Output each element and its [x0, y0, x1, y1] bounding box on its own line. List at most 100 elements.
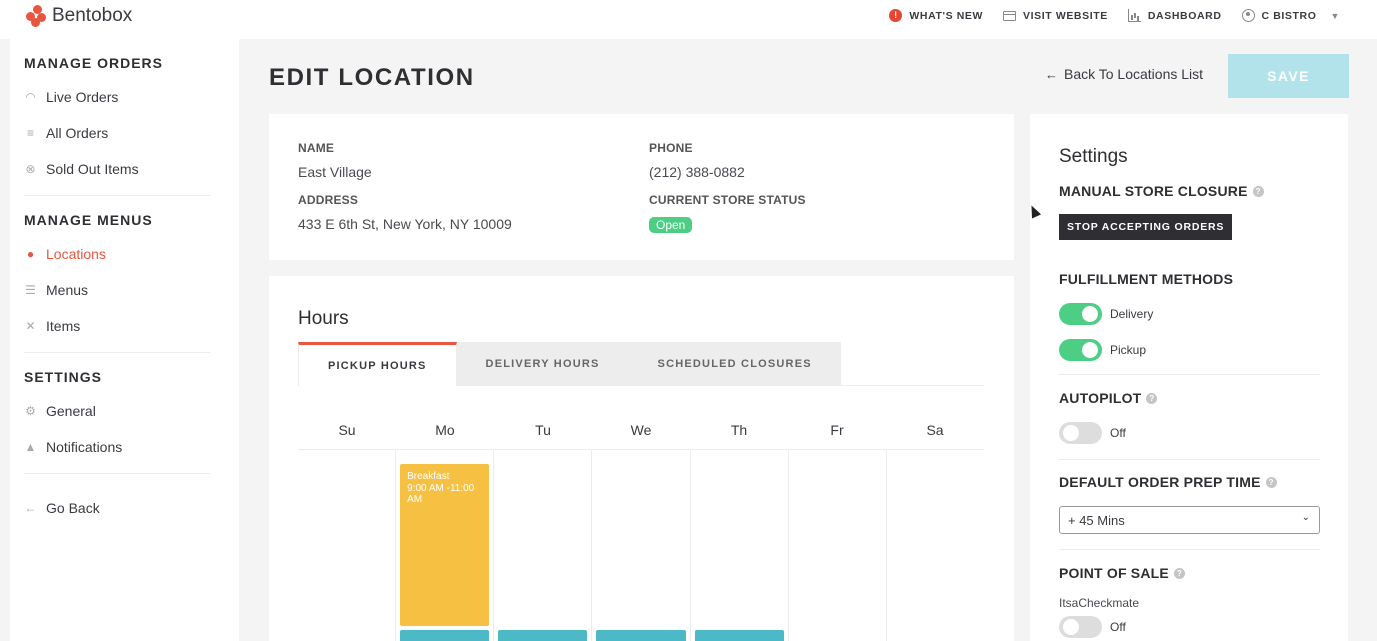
hours-block[interactable]	[400, 630, 490, 641]
map-pin-icon: ●	[26, 246, 35, 261]
tab-scheduled-closures[interactable]: SCHEDULED CLOSURES	[628, 342, 841, 386]
sidebar-item-go-back[interactable]: ← Go Back	[24, 490, 239, 526]
sidebar-item-label: All Orders	[46, 125, 109, 141]
pos-provider: ItsaCheckmate	[1059, 596, 1140, 610]
top-nav: ! WHAT'S NEW VISIT WEBSITE DASHBOARD C B…	[889, 9, 1340, 22]
hours-block-breakfast[interactable]: Breakfast 9:00 AM -11:00 AM	[400, 464, 490, 626]
sidebar-item-label: Go Back	[46, 500, 100, 516]
utensils-icon: ✕	[25, 318, 36, 333]
store-status-field: CURRENT STORE STATUS Open	[649, 193, 806, 234]
hours-card: Hours PICKUP HOURS DELIVERY HOURS SCHEDU…	[269, 276, 1014, 641]
day-column-fr[interactable]	[789, 450, 887, 641]
sidebar-item-label: Locations	[46, 246, 106, 262]
delivery-label: Delivery	[1110, 307, 1154, 321]
pos-label: POINT OF SALE	[1059, 565, 1169, 581]
name-label: NAME	[298, 141, 335, 155]
hours-block-name: Breakfast	[407, 471, 450, 482]
help-icon[interactable]: ?	[1265, 476, 1277, 488]
phone-value: (212) 388-0882	[649, 164, 745, 180]
account-menu[interactable]: C BISTRO ▼	[1241, 9, 1340, 22]
fulfillment-heading: FULFILLMENT METHODS	[1059, 271, 1233, 287]
sidebar-item-all-orders[interactable]: ≡ All Orders	[24, 115, 239, 151]
settings-divider	[1059, 549, 1320, 550]
day-column-su[interactable]	[298, 450, 397, 641]
prep-time-label: DEFAULT ORDER PREP TIME	[1059, 474, 1261, 490]
day-th: Th	[730, 422, 748, 438]
tab-delivery-hours[interactable]: DELIVERY HOURS	[456, 342, 629, 386]
browser-window-icon	[1003, 10, 1017, 21]
day-column-mo[interactable]: Breakfast 9:00 AM -11:00 AM	[396, 450, 495, 641]
sidebar-item-sold-out-items[interactable]: ⊗ Sold Out Items	[24, 151, 239, 187]
prep-time-select[interactable]: + 45 Mins ⌄	[1059, 506, 1320, 534]
hours-block[interactable]	[596, 630, 686, 641]
autopilot-toggle[interactable]	[1059, 422, 1102, 444]
location-info-card: NAME East Village PHONE (212) 388-0882 A…	[269, 114, 1014, 260]
day-we: We	[630, 422, 652, 438]
page-title: EDIT LOCATION	[269, 64, 475, 91]
hours-block[interactable]	[694, 630, 784, 641]
sidebar-divider	[24, 352, 210, 353]
sidebar-item-locations[interactable]: ● Locations	[24, 236, 239, 272]
hours-block[interactable]	[498, 630, 588, 641]
rss-icon: ◠	[25, 89, 36, 104]
day-column-tu[interactable]	[494, 450, 593, 641]
pos-state: Off	[1110, 620, 1126, 634]
autopilot-label: AUTOPILOT	[1059, 390, 1142, 406]
sidebar-item-label: General	[46, 403, 96, 419]
day-su: Su	[338, 422, 356, 438]
help-icon[interactable]: ?	[1173, 567, 1185, 579]
sidebar-item-menus[interactable]: ☰ Menus	[24, 272, 239, 308]
stop-accepting-orders-button[interactable]: STOP ACCEPTING ORDERS	[1059, 214, 1233, 240]
prep-time-heading: DEFAULT ORDER PREP TIME ?	[1059, 474, 1277, 490]
day-column-we[interactable]	[592, 450, 691, 641]
dashboard-link[interactable]: DASHBOARD	[1127, 9, 1222, 22]
back-to-locations-link[interactable]: ← Back To Locations List	[1045, 66, 1203, 82]
help-icon[interactable]: ?	[1146, 392, 1158, 404]
day-sa: Sa	[926, 422, 944, 438]
save-button[interactable]: SAVE	[1228, 54, 1349, 98]
fulfillment-label: FULFILLMENT METHODS	[1059, 271, 1234, 287]
manual-closure-heading: MANUAL STORE CLOSURE ?	[1059, 183, 1264, 199]
sidebar-item-live-orders[interactable]: ◠ Live Orders	[24, 79, 239, 115]
day-column-th[interactable]	[691, 450, 789, 641]
gear-icon: ⚙	[25, 403, 36, 418]
user-icon	[1241, 9, 1255, 22]
sidebar-item-notifications[interactable]: ▲ Notifications	[24, 429, 239, 465]
bentobox-logo-icon	[26, 5, 48, 27]
manual-closure-label: MANUAL STORE CLOSURE	[1059, 183, 1248, 199]
sidebar-item-items[interactable]: ✕ Items	[24, 308, 239, 344]
sidebar-item-label: Menus	[46, 282, 89, 298]
delivery-toggle-row: Delivery	[1059, 303, 1153, 325]
delivery-toggle[interactable]	[1059, 303, 1102, 325]
autopilot-heading: AUTOPILOT ?	[1059, 390, 1158, 406]
address-field: ADDRESS 433 E 6th St, New York, NY 10009	[298, 193, 512, 232]
weekday-header: Su Mo Tu We Th Fr Sa	[298, 406, 984, 450]
settings-divider	[1059, 374, 1320, 375]
autopilot-toggle-row: Off	[1059, 422, 1126, 444]
whats-new-link[interactable]: ! WHAT'S NEW	[889, 9, 983, 22]
pos-toggle[interactable]	[1059, 616, 1102, 638]
sidebar: MANAGE ORDERS ◠ Live Orders ≡ All Orders…	[10, 39, 239, 641]
name-field: NAME East Village	[298, 141, 372, 180]
list-icon: ≡	[26, 125, 34, 140]
day-column-sa[interactable]	[887, 450, 984, 641]
brand-logo[interactable]: Bentobox	[26, 5, 132, 27]
tab-pickup-hours[interactable]: PICKUP HOURS	[298, 342, 457, 386]
dashboard-label: DASHBOARD	[1147, 9, 1222, 22]
pickup-label: Pickup	[1110, 343, 1147, 357]
chevron-down-icon: ⌄	[1301, 512, 1310, 523]
day-tu: Tu	[535, 422, 551, 438]
visit-website-link[interactable]: VISIT WEBSITE	[1003, 10, 1108, 22]
sidebar-item-general[interactable]: ⚙ General	[24, 393, 239, 429]
settings-card: Settings MANUAL STORE CLOSURE ? STOP ACC…	[1030, 114, 1348, 641]
hours-title: Hours	[298, 308, 349, 329]
chevron-down-icon: ▼	[1330, 10, 1340, 21]
pickup-toggle[interactable]	[1059, 339, 1102, 361]
status-badge: Open	[649, 217, 693, 233]
phone-label: PHONE	[649, 141, 693, 155]
help-icon[interactable]: ?	[1252, 185, 1264, 197]
whats-new-label: WHAT'S NEW	[909, 9, 984, 22]
back-link-label: Back To Locations List	[1064, 66, 1204, 82]
settings-divider	[1059, 459, 1320, 460]
address-value: 433 E 6th St, New York, NY 10009	[298, 216, 512, 232]
